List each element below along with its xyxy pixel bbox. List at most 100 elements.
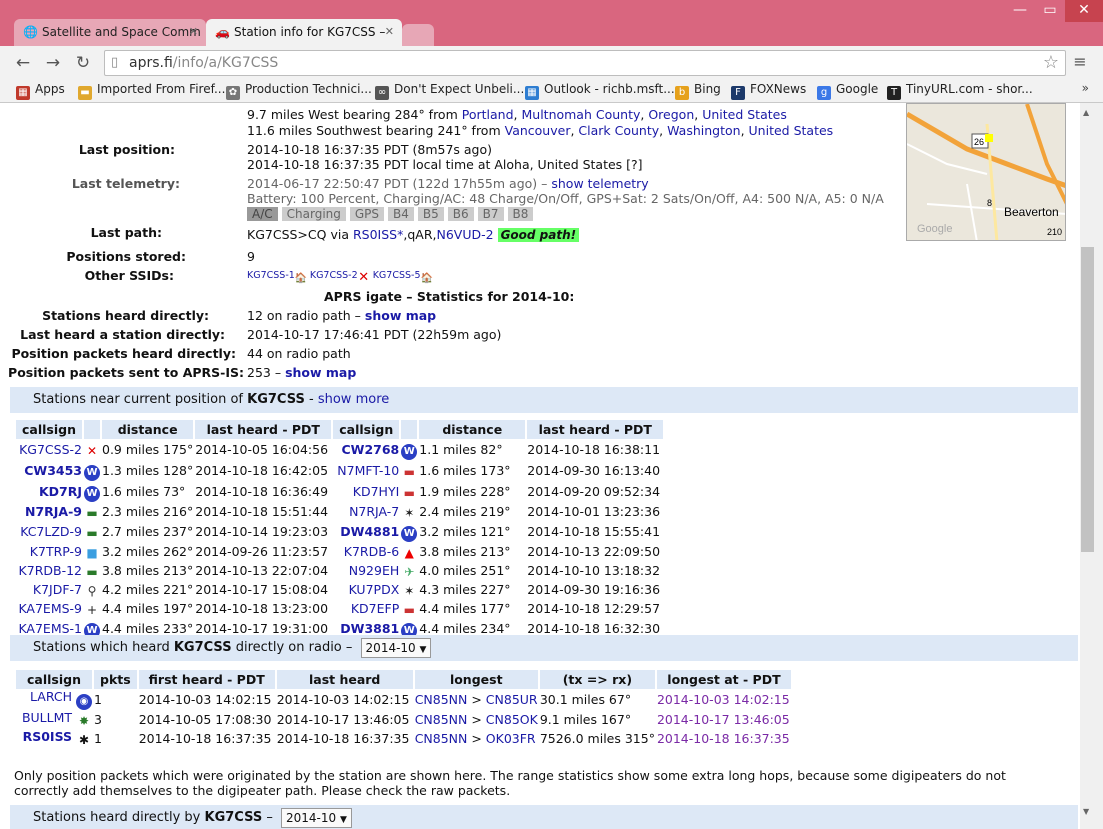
distance: 4.4 miles 197° bbox=[102, 601, 194, 616]
scroll-down-icon[interactable]: ▼ bbox=[1083, 807, 1089, 816]
show-map-link-2[interactable]: show map bbox=[285, 365, 356, 380]
callsign-link[interactable]: CW3453 bbox=[24, 463, 82, 478]
link-washington[interactable]: Washington bbox=[667, 123, 740, 138]
callsign-link[interactable]: KA7EMS-1 bbox=[18, 621, 82, 636]
maximize-icon[interactable]: ▭ bbox=[1035, 0, 1065, 22]
show-telemetry-link[interactable]: show telemetry bbox=[551, 176, 648, 191]
forward-icon[interactable]: → bbox=[42, 52, 64, 74]
bookmark-outlook[interactable]: ▦ Outlook - richb.msft... bbox=[525, 82, 675, 100]
callsign-link[interactable]: N7RJA-9 bbox=[25, 504, 82, 519]
google-icon: g bbox=[817, 86, 831, 100]
ssid-link[interactable]: KG7CSS-1 bbox=[247, 270, 295, 281]
locator-link[interactable]: CN85NN bbox=[415, 692, 468, 707]
callsign-link[interactable]: DW4881 bbox=[340, 524, 399, 539]
back-icon[interactable]: ← bbox=[12, 52, 34, 74]
show-map-link[interactable]: show map bbox=[365, 308, 436, 323]
last-heard: 2014-10-18 16:38:11 bbox=[527, 442, 661, 457]
address-bar[interactable]: ▯ aprs.fi/info/a/KG7CSS ☆ bbox=[104, 50, 1066, 76]
show-more-link[interactable]: show more bbox=[318, 392, 389, 407]
scroll-up-icon[interactable]: ▲ bbox=[1083, 108, 1089, 117]
col-callsign-2: callsign bbox=[333, 420, 400, 439]
callsign-link[interactable]: RS0ISS bbox=[23, 729, 72, 744]
link-n6vud[interactable]: N6VUD-2 bbox=[436, 227, 493, 242]
weather-station-icon: W bbox=[84, 486, 100, 502]
callsign-link[interactable]: LARCH bbox=[30, 689, 72, 704]
locator-link[interactable]: CN85OK bbox=[486, 712, 538, 727]
callsign-link[interactable]: KD7HYI bbox=[353, 484, 400, 499]
longest-at-link[interactable]: 2014-10-03 14:02:15 bbox=[657, 692, 790, 707]
callsign-link[interactable]: KC7LZD-9 bbox=[20, 524, 82, 539]
new-tab-button[interactable] bbox=[402, 24, 434, 46]
locator-link[interactable]: CN85NN bbox=[415, 712, 468, 727]
bookmark-tinyurl[interactable]: T TinyURL.com - shor... bbox=[887, 82, 1033, 100]
bookmark-dont-expect[interactable]: ∞ Don't Expect Unbeli... bbox=[375, 82, 524, 100]
svg-text:Google: Google bbox=[917, 223, 952, 235]
callsign-link[interactable]: K7RDB-6 bbox=[344, 544, 400, 559]
callsign-link[interactable]: DW3881 bbox=[340, 621, 399, 636]
close-tab-icon[interactable]: ✕ bbox=[189, 25, 198, 38]
reload-icon[interactable]: ↻ bbox=[72, 52, 94, 74]
callsign-link[interactable]: K7TRP-9 bbox=[30, 544, 82, 559]
menu-icon[interactable]: ≡ bbox=[1070, 52, 1090, 71]
locator-link[interactable]: CN85NN bbox=[415, 731, 468, 746]
telemetry-bits: A/C Charging GPS B4 B5 B6 B7 B8 bbox=[247, 206, 537, 221]
callsign-link[interactable]: BULLMT bbox=[22, 710, 72, 725]
link-clark[interactable]: Clark County bbox=[578, 123, 659, 138]
link-portland[interactable]: Portland bbox=[462, 107, 514, 122]
link-icon: ∞ bbox=[375, 86, 389, 100]
weather-station-icon: W bbox=[401, 444, 418, 460]
bookmark-bing[interactable]: b Bing bbox=[675, 82, 721, 100]
callsign-link[interactable]: N7MFT-10 bbox=[337, 463, 399, 478]
callsign-link[interactable]: KG7CSS-2 bbox=[19, 442, 82, 457]
callsign-link[interactable]: K7JDF-7 bbox=[33, 582, 82, 597]
toolbar: ← → ↻ ▯ aprs.fi/info/a/KG7CSS ☆ ≡ bbox=[0, 46, 1103, 79]
last-heard: 2014-10-18 13:23:00 bbox=[195, 601, 329, 616]
bookmark-imported[interactable]: ▬ Imported From Firef... bbox=[78, 82, 225, 100]
bookmark-production[interactable]: ✿ Production Technici... bbox=[226, 82, 372, 100]
bookmark-star-icon[interactable]: ☆ bbox=[1043, 52, 1059, 73]
minimize-icon[interactable]: — bbox=[1005, 0, 1035, 22]
month-select[interactable]: 2014-10 ▼ bbox=[360, 637, 432, 658]
bookmark-apps[interactable]: ▦ Apps bbox=[16, 82, 65, 100]
month-select-2[interactable]: 2014-10 ▼ bbox=[281, 807, 352, 828]
page-content: 26 8 Beaverton 210 Google 9.7 miles West… bbox=[0, 103, 1080, 829]
last-heard: 2014-10-18 16:42:05 bbox=[195, 463, 329, 478]
table-row: N7RJA-9 ▬ 2.3 miles 216° 2014-10-18 15:51:4… bbox=[16, 502, 663, 521]
callsign-link[interactable]: N929EH bbox=[349, 563, 400, 578]
longest-distance: 7526.0 miles 315° bbox=[539, 731, 655, 746]
callsign-link[interactable]: KD7EFP bbox=[351, 601, 399, 616]
ssid-link[interactable]: KG7CSS-2 bbox=[310, 270, 358, 281]
callsign-link[interactable]: KA7EMS-9 bbox=[18, 601, 82, 616]
tab-station-info[interactable]: 🚗 Station info for KG7CSS – ✕ bbox=[206, 19, 402, 46]
chevron-down-icon: ▼ bbox=[419, 644, 427, 655]
locator-link[interactable]: OK03FR bbox=[486, 731, 536, 746]
close-window-icon[interactable]: ✕ bbox=[1065, 0, 1103, 22]
bookmark-google[interactable]: g Google bbox=[817, 82, 878, 100]
pos-heard: 44 on radio path bbox=[247, 346, 351, 361]
callsign-link[interactable]: KU7PDX bbox=[349, 582, 400, 597]
callsign-link[interactable]: N7RJA-7 bbox=[349, 504, 399, 519]
bookmarks-more-icon[interactable]: » bbox=[1082, 81, 1089, 95]
fox-icon: F bbox=[731, 86, 745, 100]
link-us[interactable]: United States bbox=[702, 107, 787, 122]
tab-satellite[interactable]: 🌐 Satellite and Space Comm ✕ bbox=[14, 19, 206, 46]
scrollbar-thumb[interactable] bbox=[1081, 247, 1094, 552]
link-multnomah[interactable]: Multnomah County bbox=[521, 107, 640, 122]
link-rs0iss-path[interactable]: RS0ISS* bbox=[353, 227, 403, 242]
locator-link[interactable]: CN85UR bbox=[486, 692, 538, 707]
close-tab-icon[interactable]: ✕ bbox=[385, 25, 394, 38]
callsign-link[interactable]: KD7RJ bbox=[39, 484, 82, 499]
link-us-2[interactable]: United States bbox=[749, 123, 834, 138]
callsign-link[interactable]: CW2768 bbox=[342, 442, 400, 457]
scrollbar[interactable]: ▲ ▼ bbox=[1080, 103, 1103, 829]
longest-at-link[interactable]: 2014-10-18 16:37:35 bbox=[657, 731, 790, 746]
link-oregon[interactable]: Oregon bbox=[648, 107, 694, 122]
callsign-link[interactable]: K7RDB-12 bbox=[19, 563, 82, 578]
ssid-link[interactable]: KG7CSS-5 bbox=[373, 270, 421, 281]
position-map[interactable]: 26 8 Beaverton 210 Google bbox=[906, 103, 1066, 241]
bookmark-foxnews[interactable]: F FOXNews bbox=[731, 82, 806, 100]
link-vancouver[interactable]: Vancouver bbox=[505, 123, 571, 138]
table-row: CW3453 W 1.3 miles 128° 2014-10-18 16:42:05… bbox=[16, 460, 663, 481]
last-position-label: Last position: bbox=[78, 142, 175, 157]
longest-at-link[interactable]: 2014-10-17 13:46:05 bbox=[657, 712, 790, 727]
